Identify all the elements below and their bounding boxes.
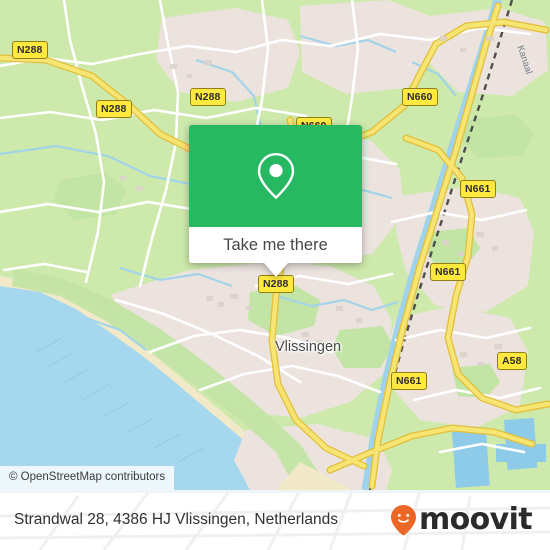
road-shield: N288 [12,41,48,59]
road-shield: N661 [391,372,427,390]
osm-attribution[interactable]: © OpenStreetMap contributors [0,465,175,490]
popup-pointer [263,263,288,277]
place-label-vlissingen: Vlissingen [275,339,342,355]
road-shield: N288 [190,88,226,106]
road-shield: N661 [460,180,496,198]
map-popup-card[interactable]: Take me there [189,125,362,277]
road-shield: N288 [96,100,132,118]
take-me-there-button[interactable]: Take me there [189,227,362,263]
take-me-there-label: Take me there [223,235,328,254]
location-pin-icon [257,152,294,200]
moovit-map-screen: N288 N288 N288 N288 N660 N660 N661 N661 … [0,0,550,550]
moovit-smiley-pin-icon [390,505,416,536]
address-text: Strandwal 28, 4386 HJ Vlissingen, Nether… [14,511,338,528]
popup-icon-area [189,125,362,227]
road-shield: N288 [258,275,294,293]
moovit-wordmark: moovit [418,502,533,537]
road-shield: N661 [430,263,466,281]
road-shield: N660 [402,88,438,106]
footer-bar: Strandwal 28, 4386 HJ Vlissingen, Nether… [0,490,550,550]
moovit-logo[interactable]: moovit [390,502,533,537]
road-shield: A58 [497,352,527,370]
